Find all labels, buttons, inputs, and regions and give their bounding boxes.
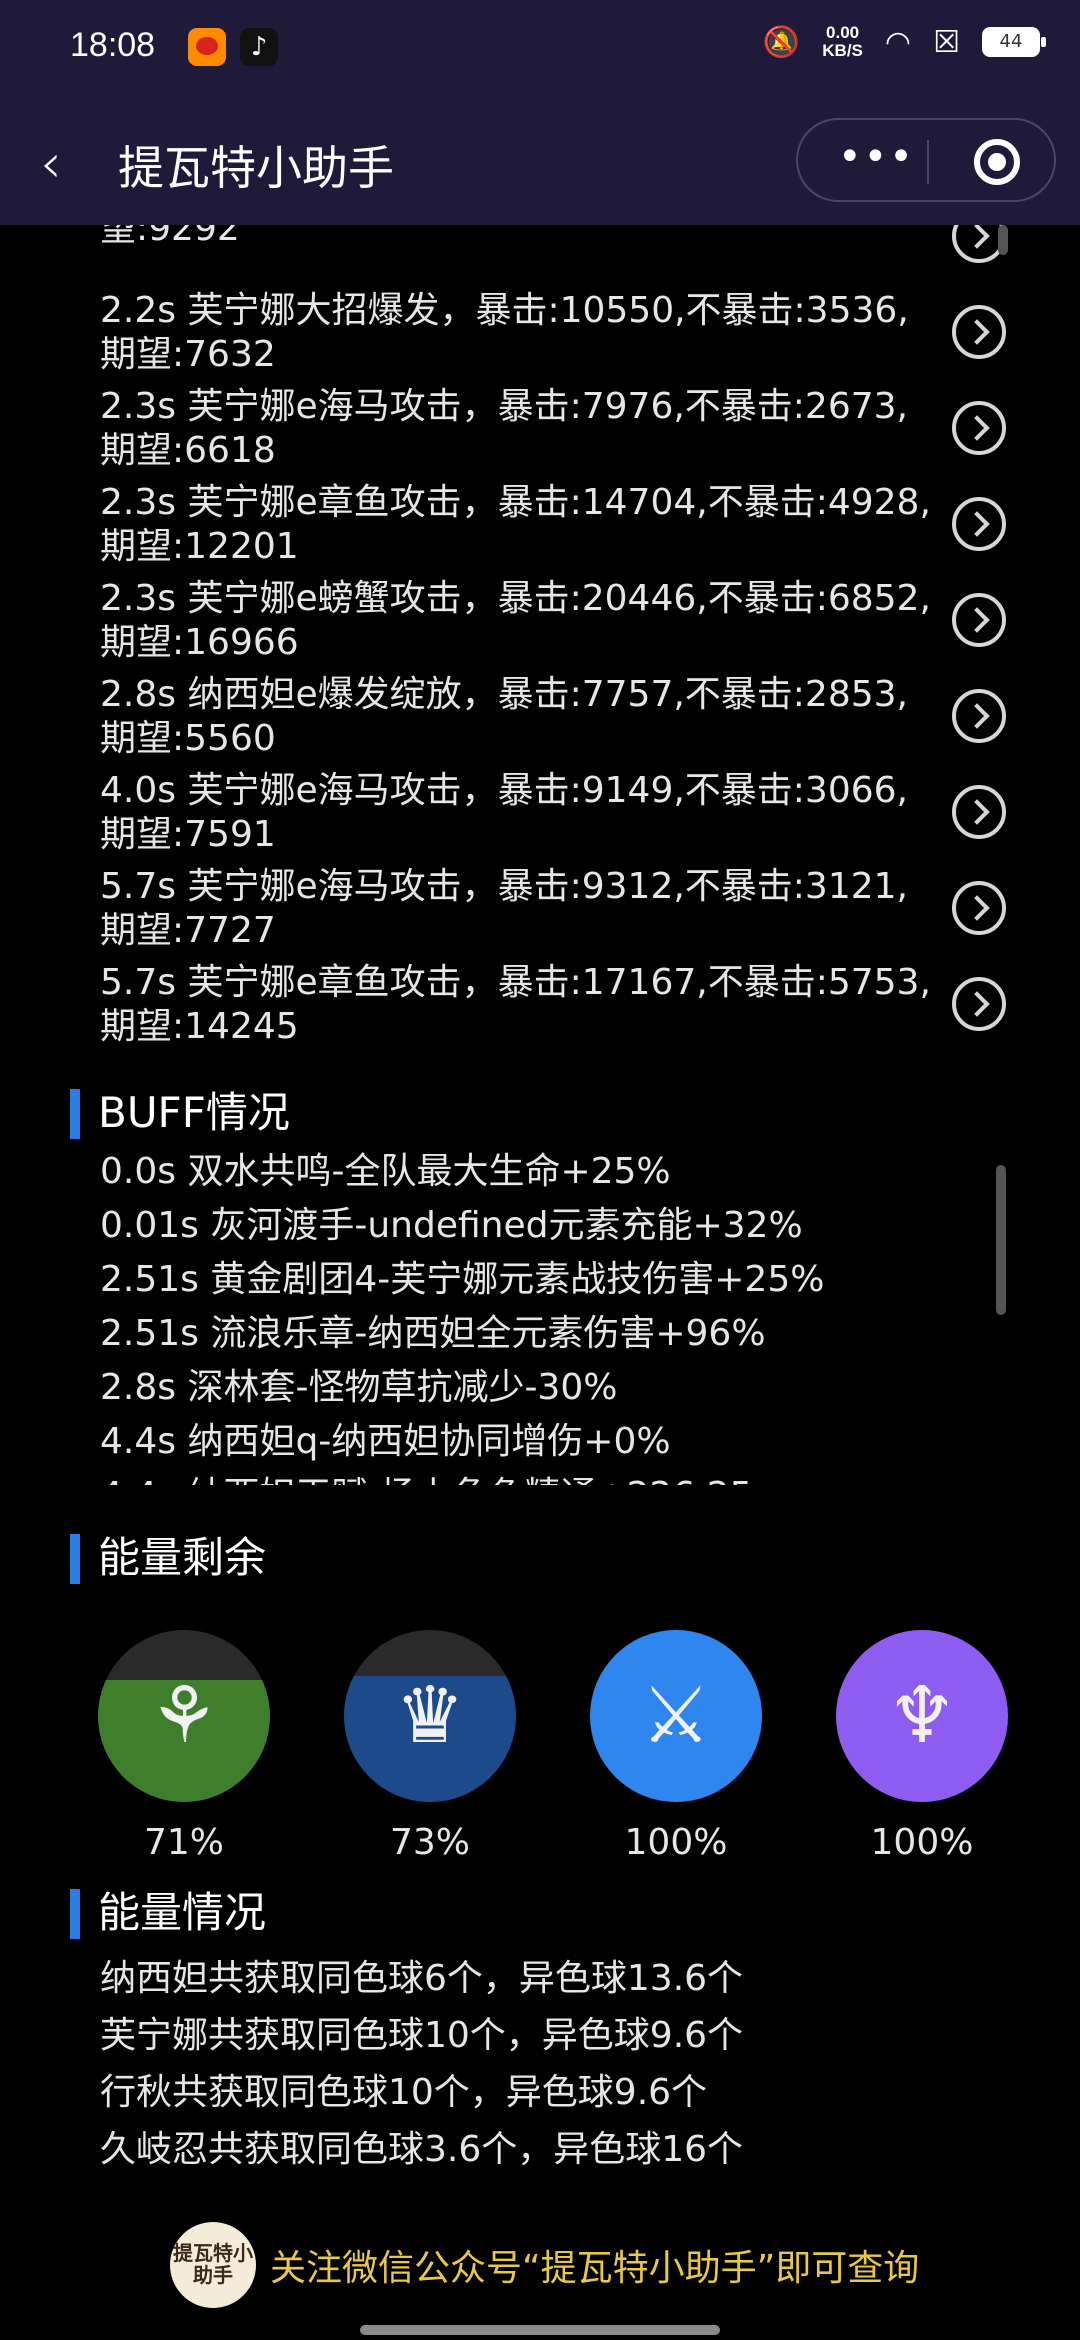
net-speed-value: 0.00: [826, 23, 860, 42]
battery-icon: 44: [982, 27, 1046, 57]
buff-list[interactable]: 0.0s 双水共鸣-全队最大生命+25% 0.01s 灰河渡手-undefined…: [0, 1145, 1080, 1485]
chevron-left-icon[interactable]: ‹: [40, 132, 62, 195]
damage-text: 5.7s 芙宁娜e章鱼攻击，暴击:17167,不暴击:5753,期望:14245: [100, 962, 931, 1047]
energy-percent: 73%: [389, 1822, 470, 1863]
buff-item: 2.8s 深林套-怪物草抗减少-30%: [100, 1367, 618, 1408]
more-button[interactable]: •••: [838, 134, 915, 180]
energy-percent: 100%: [870, 1822, 974, 1863]
damage-text: 5.7s 芙宁娜e海马攻击，暴击:9312,不暴击:3121,期望:7727: [100, 866, 908, 951]
damage-row[interactable]: 2.3s 芙宁娜e海马攻击，暴击:7976,不暴击:2673,期望:6618: [0, 377, 1080, 473]
damage-row[interactable]: 2.3s 芙宁娜e章鱼攻击，暴击:14704,不暴击:4928,期望:12201: [0, 473, 1080, 569]
mini-program-capsule: •••: [796, 118, 1056, 202]
buff-item: 2.51s 黄金剧团4-芙宁娜元素战技伤害+25%: [100, 1259, 825, 1300]
energy-info-line: 行秋共获取同色球10个，异色球9.6个: [100, 2072, 708, 2113]
orb-glyph: ⚘: [149, 1671, 219, 1761]
energy-info-line: 久岐忍共获取同色球3.6个，异色球16个: [100, 2129, 744, 2170]
chevron-right-circle-icon[interactable]: [952, 401, 1006, 455]
status-bar: 18:08 ♪ 🔕 0.00 KB/S ◠ ☒ 44: [0, 0, 1080, 100]
chevron-right-circle-icon[interactable]: [952, 785, 1006, 839]
energy-percent: 100%: [624, 1822, 728, 1863]
buff-item: 2.51s 流浪乐章-纳西妲全元素伤害+96%: [100, 1313, 766, 1354]
buff-item: 0.0s 双水共鸣-全队最大生命+25%: [100, 1151, 671, 1192]
tiktok-app-icon: ♪: [240, 28, 278, 66]
damage-text: 2.3s 芙宁娜e螃蟹攻击，暴击:20446,不暴击:6852,期望:16966: [100, 578, 931, 663]
buff-item: 0.01s 灰河渡手-undefined元素充能+32%: [100, 1205, 803, 1246]
damage-row[interactable]: 2.8s 纳西妲e爆发绽放，暴击:7757,不暴击:2853,期望:5560: [0, 665, 1080, 761]
buff-list-scrollbar[interactable]: [996, 1165, 1006, 1315]
buff-item: 4.4s 纳西妲q-纳西妲协同增伤+0%: [100, 1421, 671, 1462]
damage-text: 2.3s 芙宁娜e章鱼攻击，暴击:14704,不暴击:4928,期望:12201: [100, 482, 931, 567]
chevron-right-circle-icon[interactable]: [952, 689, 1006, 743]
weibo-app-icon: [188, 28, 226, 66]
mute-icon: 🔕: [762, 24, 801, 60]
orb-glyph: ♛: [395, 1671, 465, 1761]
damage-list-scrollbar[interactable]: [998, 225, 1008, 255]
damage-list: 0.3s 芙宁娜e爆发，暴击:11178,不暴击:3735,期望:9292 2.2…: [0, 225, 1080, 1049]
dendro-burst-icon: ⚘: [98, 1630, 270, 1802]
damage-row[interactable]: 5.7s 芙宁娜e章鱼攻击，暴击:17167,不暴击:5753,期望:14245: [0, 953, 1080, 1049]
damage-text: 2.8s 纳西妲e爆发绽放，暴击:7757,不暴击:2853,期望:5560: [100, 674, 908, 759]
chevron-right-circle-icon[interactable]: [952, 497, 1006, 551]
sim-off-icon: ☒: [933, 24, 960, 60]
orb-glyph: ♆: [887, 1671, 957, 1761]
damage-text: 4.0s 芙宁娜e海马攻击，暴击:9149,不暴击:3066,期望:7591: [100, 770, 908, 855]
main-content: 0.3s 芙宁娜e爆发，暴击:11178,不暴击:3735,期望:9292 2.2…: [0, 225, 1080, 2340]
energy-info-title: 能量情况: [70, 1885, 266, 1941]
chevron-right-circle-icon[interactable]: [952, 593, 1006, 647]
damage-row[interactable]: 0.3s 芙宁娜e爆发，暴击:11178,不暴击:3735,期望:9292: [0, 225, 1080, 281]
electro-burst-icon: ♆: [836, 1630, 1008, 1802]
damage-text: 2.2s 芙宁娜大招爆发，暴击:10550,不暴击:3536,期望:7632: [100, 290, 909, 375]
net-speed: 0.00 KB/S: [822, 24, 863, 60]
chevron-right-circle-icon[interactable]: [952, 881, 1006, 935]
damage-row[interactable]: 2.2s 芙宁娜大招爆发，暴击:10550,不暴击:3536,期望:7632: [0, 281, 1080, 377]
damage-row[interactable]: 4.0s 芙宁娜e海马攻击，暴击:9149,不暴击:3066,期望:7591: [0, 761, 1080, 857]
assistant-logo: 提瓦特小助手: [170, 2222, 256, 2308]
energy-percent: 71%: [143, 1822, 224, 1863]
damage-text: 2.3s 芙宁娜e海马攻击，暴击:7976,不暴击:2673,期望:6618: [100, 386, 908, 471]
net-speed-unit: KB/S: [822, 41, 863, 60]
damage-row[interactable]: 2.3s 芙宁娜e螃蟹攻击，暴击:20446,不暴击:6852,期望:16966: [0, 569, 1080, 665]
buff-section-title: BUFF情况: [70, 1085, 290, 1141]
energy-remaining-title: 能量剩余: [70, 1530, 266, 1586]
orb-glyph: ⚔: [641, 1671, 711, 1761]
hydro-burst-icon: ♛: [344, 1630, 516, 1802]
close-target-icon[interactable]: [974, 139, 1020, 185]
buff-item: 4.4s 纳西妲天赋-场上角色精通+226.25: [0, 1469, 1080, 1485]
energy-info-list: 纳西妲共获取同色球6个，异色球13.6个 芙宁娜共获取同色球10个，异色球9.6个…: [100, 1950, 1020, 2178]
energy-info-line: 芙宁娜共获取同色球10个，异色球9.6个: [100, 2015, 744, 2056]
capsule-divider: [927, 140, 929, 184]
status-time: 18:08: [70, 26, 156, 64]
energy-info-line: 纳西妲共获取同色球6个，异色球13.6个: [100, 1958, 744, 1999]
wifi-icon: ◠: [884, 24, 912, 60]
top-bar: 18:08 ♪ 🔕 0.00 KB/S ◠ ☒ 44 ‹ 提瓦特小助手 •••: [0, 0, 1080, 225]
app-header: ‹ 提瓦特小助手 •••: [0, 100, 1080, 225]
chevron-right-circle-icon[interactable]: [952, 977, 1006, 1031]
damage-row[interactable]: 5.7s 芙宁娜e海马攻击，暴击:9312,不暴击:3121,期望:7727: [0, 857, 1080, 953]
damage-text: 望:9292: [100, 225, 240, 249]
footer-promo[interactable]: 提瓦特小助手 关注微信公众号“提瓦特小助手”即可查询: [170, 2220, 919, 2310]
hydro-sword-icon: ⚔: [590, 1630, 762, 1802]
home-indicator: [360, 2325, 720, 2335]
energy-orb-row: ⚘ 71% ♛ 73% ⚔ 100% ♆ 100%: [0, 1630, 1080, 1870]
chevron-right-circle-icon[interactable]: [952, 305, 1006, 359]
footer-text: 关注微信公众号“提瓦特小助手”即可查询: [270, 2248, 920, 2289]
status-indicators: 🔕 0.00 KB/S ◠ ☒ 44: [762, 24, 1046, 60]
page-title: 提瓦特小助手: [118, 141, 394, 195]
